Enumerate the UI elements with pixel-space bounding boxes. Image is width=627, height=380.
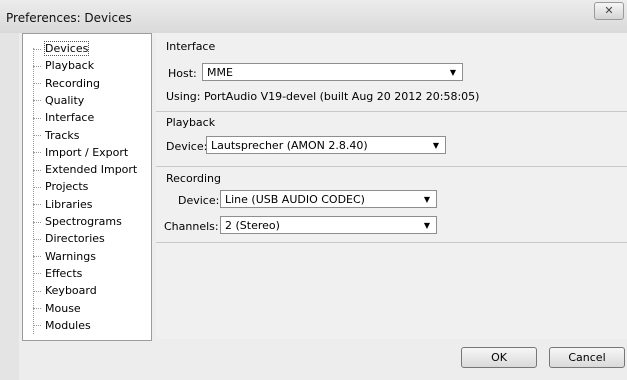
tree-branch-line — [33, 186, 41, 188]
playback-device-label: Device: — [166, 140, 208, 153]
tree-branch-line — [33, 152, 41, 154]
playback-device-value: Lautsprecher (AMON 2.8.40) — [211, 139, 368, 152]
tree-branch-line — [33, 238, 41, 240]
devices-panel: Interface Host: MME ▼ Using: PortAudio V… — [156, 33, 627, 339]
tree-branch-line — [33, 290, 41, 292]
tree-branch-line — [33, 325, 41, 327]
sidebar-item-label: Modules — [45, 318, 91, 332]
sidebar-item-import-export[interactable]: Import / Export — [33, 144, 128, 161]
tree-branch-line — [33, 204, 41, 206]
host-dropdown[interactable]: MME ▼ — [202, 63, 463, 81]
sidebar-item-recording[interactable]: Recording — [33, 75, 100, 92]
sidebar-item-label: Directories — [45, 232, 105, 246]
sidebar-item-mouse[interactable]: Mouse — [33, 300, 81, 317]
tree-branch-line — [33, 135, 41, 136]
close-icon: ✕ — [604, 4, 614, 17]
window-title: Preferences: Devices — [6, 11, 132, 25]
sidebar-item-playback[interactable]: Playback — [33, 57, 94, 74]
sidebar-item-label: Interface — [45, 111, 95, 125]
sidebar-item-modules[interactable]: Modules — [33, 317, 91, 334]
preferences-category-tree[interactable]: Devices Playback Recording Quality Interface… — [22, 33, 152, 341]
ok-button[interactable]: OK — [461, 347, 537, 368]
playback-group: Playback Device: Lautsprecher (AMON 2.8.… — [156, 111, 627, 167]
recording-group-title: Recording — [166, 172, 222, 185]
window-left-edge — [0, 33, 19, 380]
sidebar-item-tracks[interactable]: Tracks — [33, 127, 80, 144]
portaudio-version-text: Using: PortAudio V19-devel (built Aug 20… — [166, 90, 480, 103]
chevron-down-icon: ▼ — [432, 141, 439, 150]
playback-device-dropdown[interactable]: Lautsprecher (AMON 2.8.40) ▼ — [206, 136, 446, 154]
channels-dropdown[interactable]: 2 (Stereo) ▼ — [220, 216, 437, 234]
sidebar-item-directories[interactable]: Directories — [33, 230, 105, 247]
button-bar: OK Cancel — [156, 339, 627, 380]
tree-branch-line — [33, 48, 41, 50]
recording-group: Recording Device: Line (USB AUDIO CODEC)… — [156, 166, 627, 243]
interface-group: Interface Host: MME ▼ Using: PortAudio V… — [156, 33, 627, 112]
sidebar-item-label: Mouse — [45, 301, 81, 315]
close-button[interactable]: ✕ — [594, 2, 624, 20]
sidebar-item-label: Libraries — [45, 197, 93, 211]
host-value: MME — [207, 66, 233, 79]
tree-branch-line — [33, 273, 41, 275]
sidebar-item-label: Devices — [43, 41, 90, 56]
tree-branch-line — [33, 169, 41, 171]
sidebar-item-keyboard[interactable]: Keyboard — [33, 282, 97, 299]
sidebar-item-warnings[interactable]: Warnings — [33, 248, 96, 265]
preferences-window: Preferences: Devices ✕ Devices Playback Re… — [0, 0, 627, 380]
sidebar-item-label: Import / Export — [45, 145, 129, 159]
sidebar-item-projects[interactable]: Projects — [33, 178, 88, 195]
sidebar-item-extended-import[interactable]: Extended Import — [33, 161, 137, 178]
sidebar-item-label: Recording — [45, 76, 101, 90]
title-bar[interactable]: Preferences: Devices ✕ — [0, 0, 627, 33]
sidebar-item-spectrograms[interactable]: Spectrograms — [33, 213, 122, 230]
chevron-down-icon: ▼ — [449, 68, 456, 77]
sidebar-item-label: Tracks — [45, 128, 80, 142]
sidebar-item-interface[interactable]: Interface — [33, 109, 94, 126]
sidebar-item-label: Quality — [45, 93, 85, 107]
tree-branch-line — [33, 83, 41, 85]
sidebar-item-label: Playback — [45, 59, 95, 73]
sidebar-item-label: Warnings — [45, 249, 96, 263]
host-label: Host: — [168, 67, 197, 80]
recording-device-dropdown[interactable]: Line (USB AUDIO CODEC) ▼ — [220, 190, 437, 208]
sidebar-item-label: Projects — [45, 180, 89, 194]
interface-group-title: Interface — [166, 40, 216, 53]
chevron-down-icon: ▼ — [423, 195, 430, 204]
channels-value: 2 (Stereo) — [225, 219, 280, 232]
tree-branch-line — [33, 117, 41, 119]
chevron-down-icon: ▼ — [423, 221, 430, 230]
recording-device-value: Line (USB AUDIO CODEC) — [225, 193, 365, 206]
recording-device-label: Device: — [178, 194, 220, 207]
channels-label: Channels: — [164, 220, 219, 233]
sidebar-item-libraries[interactable]: Libraries — [33, 196, 93, 213]
playback-group-title: Playback — [166, 116, 216, 129]
tree-branch-line — [33, 308, 41, 309]
tree-branch-line — [33, 256, 41, 258]
sidebar-item-label: Extended Import — [45, 163, 138, 177]
tree-branch-line — [33, 100, 41, 102]
sidebar-item-devices[interactable]: Devices — [33, 40, 90, 57]
sidebar-item-label: Effects — [45, 266, 83, 280]
cancel-button[interactable]: Cancel — [549, 347, 625, 368]
sidebar-item-effects[interactable]: Effects — [33, 265, 82, 282]
tree-branch-line — [33, 65, 41, 67]
sidebar-item-label: Keyboard — [45, 284, 97, 298]
sidebar-item-quality[interactable]: Quality — [33, 92, 84, 109]
sidebar-item-label: Spectrograms — [45, 215, 122, 228]
tree-branch-line — [33, 221, 41, 223]
